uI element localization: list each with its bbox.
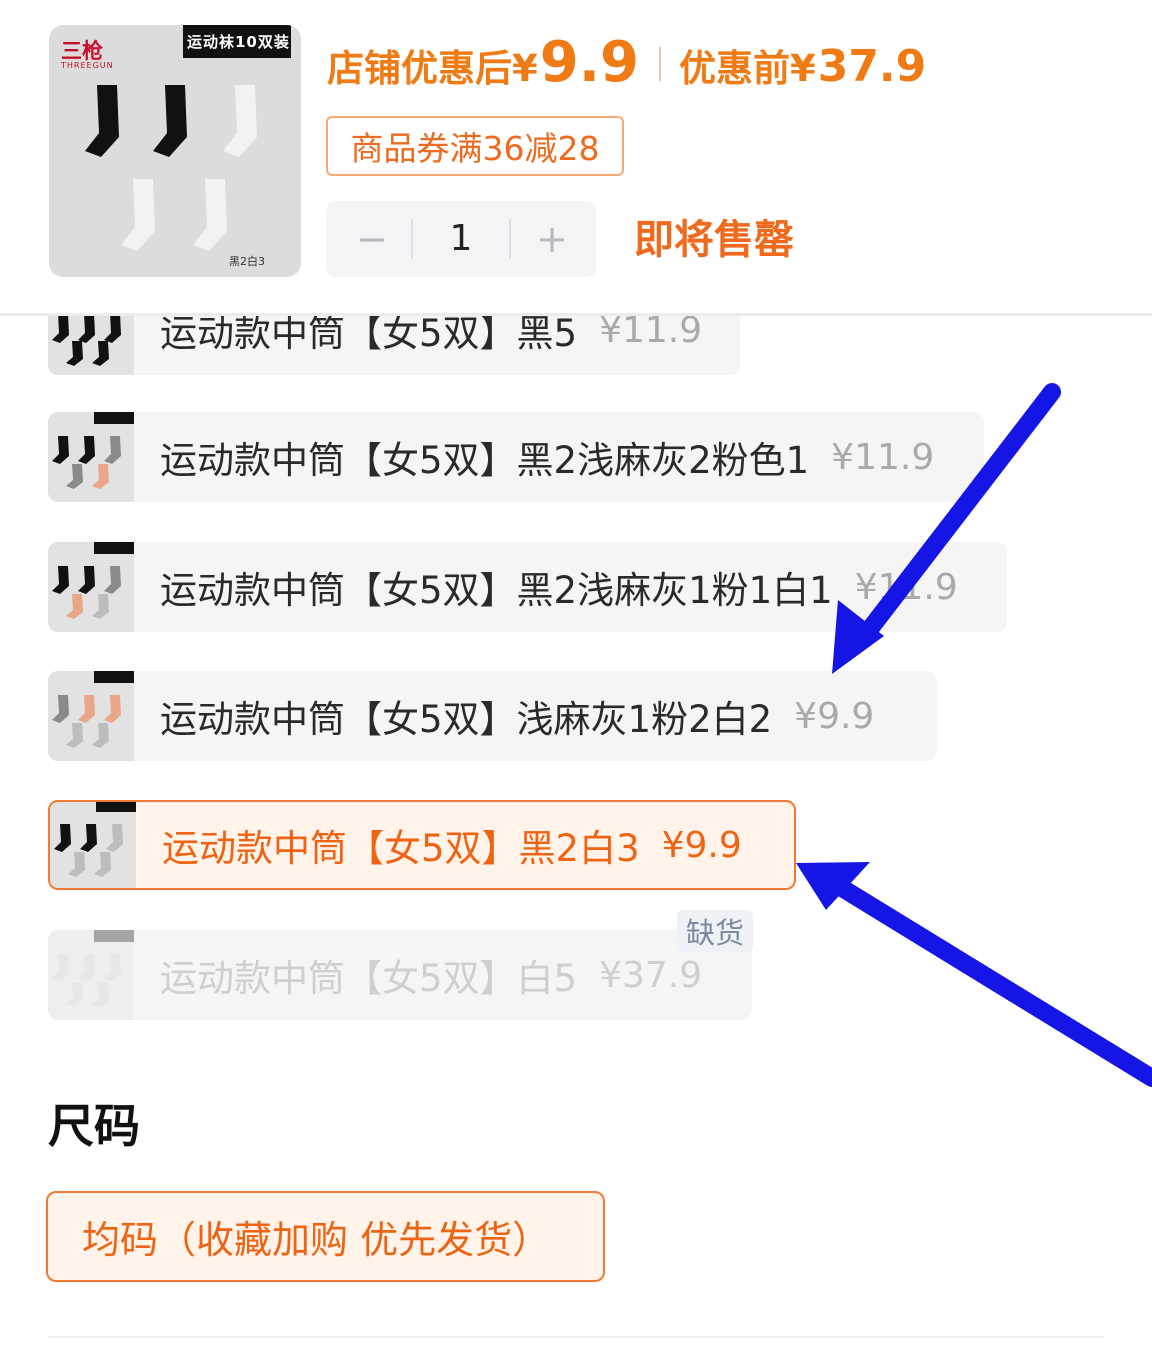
sku-option-selected[interactable]: 运动款中筒【女5双】黑2白3 ¥9.9 (48, 800, 796, 890)
sku-thumbnail (48, 671, 134, 761)
size-section-title: 尺码 (48, 1099, 140, 1153)
sku-option-price: ¥9.9 (794, 695, 875, 737)
sku-option[interactable]: 运动款中筒【女5双】黑2浅麻灰2粉色1 ¥11.9 (48, 412, 984, 502)
currency-symbol: ¥ (789, 47, 816, 90)
sku-thumbnail (48, 412, 134, 502)
sku-option-label: 运动款中筒【女5双】白5 (160, 957, 578, 1000)
price-separator (658, 47, 661, 81)
sku-option-price: ¥11.9 (854, 566, 958, 608)
original-price-label: 优惠前 (678, 47, 790, 90)
sku-option[interactable]: 运动款中筒【女5双】浅麻灰1粉2白2 ¥9.9 (48, 671, 937, 761)
sku-option-label: 运动款中筒【女5双】浅麻灰1粉2白2 (160, 698, 773, 741)
quantity-stepper: − 1 + (326, 201, 596, 277)
price-line: 店铺优惠后 ¥ 9.9 优惠前 ¥ 37.9 (327, 30, 926, 96)
sku-option-label: 运动款中筒【女5双】黑2浅麻灰2粉色1 (160, 439, 810, 482)
quantity-value[interactable]: 1 (413, 201, 509, 277)
sku-thumbnail (48, 542, 134, 632)
decrease-button[interactable]: − (346, 201, 398, 277)
sku-thumbnail (48, 930, 134, 1020)
sku-option-label: 运动款中筒【女5双】黑2白3 (162, 827, 640, 870)
currency-symbol: ¥ (512, 47, 538, 90)
coupon-badge[interactable]: 商品券满36减28 (326, 116, 624, 176)
discount-price: 9.9 (539, 30, 639, 95)
product-main-image: 三枪 THREEGUN 运动袜10双装 黑2白3 (49, 25, 301, 277)
stock-status: 即将售罄 (634, 217, 794, 263)
sku-option-out-of-stock[interactable]: 运动款中筒【女5双】白5 ¥37.9 (48, 930, 752, 1020)
sku-option-label: 运动款中筒【女5双】黑2浅麻灰1粉1白1 (160, 569, 833, 612)
image-caption: 黑2白3 (229, 255, 265, 268)
product-summary-header: 三枪 THREEGUN 运动袜10双装 黑2白3 店铺优惠后 ¥ 9.9 优惠前… (0, 0, 1152, 314)
increase-button[interactable]: + (526, 201, 578, 277)
pack-tag: 运动袜10双装 (187, 33, 290, 51)
original-price: 37.9 (817, 41, 927, 92)
sku-option-price: ¥9.9 (661, 824, 742, 866)
size-option-selected[interactable]: 均码（收藏加购 优先发货） (46, 1191, 605, 1282)
stepper-divider (509, 219, 511, 259)
annotation-arrow-lower (796, 862, 1152, 1087)
out-of-stock-badge: 缺货 (677, 910, 753, 952)
brand-sub-logo: THREEGUN (61, 61, 114, 70)
discount-price-label: 店铺优惠后 (327, 47, 512, 90)
header-divider (0, 313, 1152, 316)
sku-option[interactable]: 运动款中筒【女5双】黑2浅麻灰1粉1白1 ¥11.9 (48, 542, 1007, 632)
section-divider (48, 1336, 1104, 1338)
sku-thumbnail (50, 802, 136, 888)
sku-option-price: ¥11.9 (831, 436, 935, 478)
sku-option-price: ¥37.9 (599, 954, 703, 996)
